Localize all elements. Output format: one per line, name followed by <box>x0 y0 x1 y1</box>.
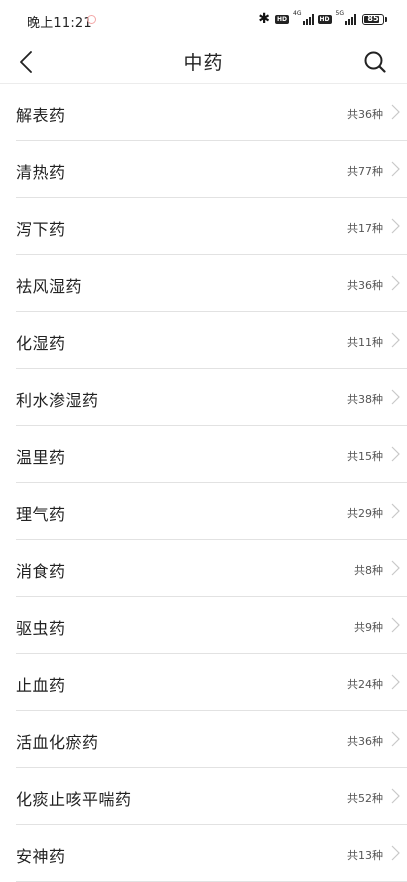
search-icon <box>364 51 386 73</box>
list-item[interactable]: 祛风湿药 共36种 <box>16 255 407 312</box>
chevron-right-icon <box>391 560 400 576</box>
notification-dot-icon <box>87 15 96 24</box>
hd-badge-1: HD <box>275 14 290 24</box>
list-item[interactable]: 理气药 共29种 <box>16 483 407 540</box>
list-item[interactable]: 温里药 共15种 <box>16 426 407 483</box>
battery-level: 85 <box>367 13 379 23</box>
item-name: 消食药 <box>16 562 66 581</box>
item-name: 止血药 <box>16 676 66 695</box>
item-name: 温里药 <box>16 448 66 467</box>
chevron-right-icon <box>391 218 400 234</box>
nav-bar: 中药 <box>0 40 407 84</box>
list-item[interactable]: 清热药 共77种 <box>16 141 407 198</box>
list-item[interactable]: 化痰止咳平喘药 共52种 <box>16 768 407 825</box>
item-count: 共36种 <box>347 279 383 292</box>
item-count: 共38种 <box>347 393 383 406</box>
list-item[interactable]: 止血药 共24种 <box>16 654 407 711</box>
item-name: 理气药 <box>16 505 66 524</box>
chevron-right-icon <box>391 161 400 177</box>
hd-badge-2: HD <box>317 14 332 24</box>
item-name: 驱虫药 <box>16 619 66 638</box>
status-time: 晚上11:21 <box>27 16 92 31</box>
item-name: 安神药 <box>16 847 66 866</box>
battery-cap <box>385 16 387 22</box>
chevron-right-icon <box>391 674 400 690</box>
page-title: 中药 <box>183 52 224 74</box>
chevron-right-icon <box>391 503 400 519</box>
item-count: 共15种 <box>347 450 383 463</box>
signal-icon-2 <box>345 13 356 25</box>
item-name: 化痰止咳平喘药 <box>16 790 132 809</box>
item-count: 共36种 <box>347 108 383 121</box>
item-count: 共17种 <box>347 222 383 235</box>
network-type-1: 4G <box>293 10 302 17</box>
network-type-2: 5G <box>335 10 344 17</box>
item-count: 共24种 <box>347 678 383 691</box>
category-list: 解表药 共36种 清热药 共77种 泻下药 共17种 祛风湿药 共36种 化湿药 共11种 利水渗湿… <box>0 84 407 882</box>
item-name: 化湿药 <box>16 334 66 353</box>
list-item[interactable]: 解表药 共36种 <box>16 84 407 141</box>
item-name: 泻下药 <box>16 220 66 239</box>
battery-icon: 85 <box>362 13 384 25</box>
list-item[interactable]: 利水渗湿药 共38种 <box>16 369 407 426</box>
list-item[interactable]: 活血化瘀药 共36种 <box>16 711 407 768</box>
item-count: 共77种 <box>347 165 383 178</box>
item-count: 共13种 <box>347 849 383 862</box>
list-item[interactable]: 泻下药 共17种 <box>16 198 407 255</box>
status-bar: 晚上11:21 ✱ HD 4G HD 5G 85 <box>0 0 407 40</box>
item-count: 共9种 <box>354 621 383 634</box>
item-name: 祛风湿药 <box>16 277 83 296</box>
chevron-right-icon <box>391 731 400 747</box>
signal-icon-1 <box>302 13 314 25</box>
chevron-right-icon <box>391 788 400 804</box>
chevron-right-icon <box>391 617 400 633</box>
item-count: 共11种 <box>347 336 383 349</box>
bluetooth-icon: ✱ <box>258 11 271 27</box>
status-icons: ✱ HD 4G HD 5G 85 <box>258 10 387 28</box>
chevron-right-icon <box>391 275 400 291</box>
item-name: 活血化瘀药 <box>16 733 99 752</box>
chevron-right-icon <box>391 104 400 120</box>
item-count: 共8种 <box>354 564 383 577</box>
chevron-right-icon <box>391 446 400 462</box>
item-name: 解表药 <box>16 106 66 125</box>
list-item[interactable]: 化湿药 共11种 <box>16 312 407 369</box>
item-count: 共29种 <box>347 507 383 520</box>
search-button[interactable] <box>359 46 391 78</box>
item-count: 共52种 <box>347 792 383 805</box>
chevron-right-icon <box>391 389 400 405</box>
item-name: 利水渗湿药 <box>16 391 99 410</box>
item-name: 清热药 <box>16 163 66 182</box>
chevron-right-icon <box>391 332 400 348</box>
list-item[interactable]: 消食药 共8种 <box>16 540 407 597</box>
chevron-right-icon <box>391 845 400 861</box>
list-item[interactable]: 驱虫药 共9种 <box>16 597 407 654</box>
list-item[interactable]: 安神药 共13种 <box>16 825 407 882</box>
item-count: 共36种 <box>347 735 383 748</box>
